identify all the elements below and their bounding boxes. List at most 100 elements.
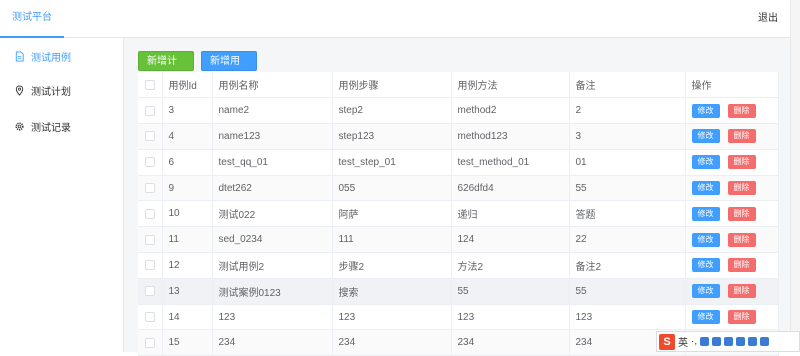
- row-select-cell: [138, 97, 163, 125]
- table-cell: 方法2: [451, 252, 570, 279]
- table-cell: 测试用例2: [212, 252, 333, 279]
- row-checkbox[interactable]: [144, 157, 155, 168]
- table-cell: method2: [451, 97, 570, 125]
- table-header-row: 用例Id 用例名称 用例步骤 用例方法 备注 操作: [138, 72, 779, 99]
- table-cell: 递归: [451, 200, 570, 228]
- table-row[interactable]: 13 测试案例0123 搜索 55 55 修改 删除: [138, 278, 779, 305]
- vertical-scrollbar[interactable]: [790, 0, 800, 352]
- delete-button[interactable]: 删除: [727, 232, 756, 247]
- main-content: 新增计划 新增用例 用例Id 用例名称 用例步骤 用例方法 备注 操作 3nam…: [124, 38, 790, 356]
- edit-button[interactable]: 修改: [691, 155, 720, 170]
- add-plan-button[interactable]: 新增计划: [138, 51, 194, 87]
- row-checkbox[interactable]: [144, 105, 155, 116]
- actions-cell: 修改删除: [685, 97, 779, 125]
- row-select-cell: [138, 149, 163, 176]
- sidebar-item-label: 测试计划: [31, 86, 71, 98]
- table-row[interactable]: 10 测试022 阿萨 递归 答题 修改 删除: [138, 200, 779, 228]
- sidebar-item-label: 测试用例: [31, 52, 71, 64]
- keyboard-icon[interactable]: [712, 337, 722, 346]
- table-cell: dtet262: [212, 175, 333, 202]
- brand-tab[interactable]: 测试平台: [0, 0, 64, 38]
- edit-button[interactable]: 修改: [691, 232, 720, 247]
- clothes-icon[interactable]: [724, 337, 734, 346]
- actions-cell: 修改删除: [685, 149, 779, 176]
- row-select-cell: [138, 123, 163, 150]
- row-checkbox[interactable]: [144, 337, 155, 348]
- table-cell: 01: [569, 149, 686, 176]
- table-cell: 4: [162, 123, 213, 150]
- add-case-button[interactable]: 新增用例: [201, 51, 257, 87]
- column-header: 用例Id: [162, 72, 213, 99]
- row-checkbox[interactable]: [144, 182, 155, 193]
- table-row[interactable]: 14 123 123 123 123 修改 删除: [138, 304, 779, 331]
- ime-mode-toggle[interactable]: 英: [678, 334, 688, 349]
- table-cell: 123: [451, 304, 570, 331]
- actions-cell: 修改删除: [685, 252, 779, 279]
- edit-button[interactable]: 修改: [691, 181, 720, 196]
- column-header: 用例名称: [212, 72, 333, 99]
- punctuation-icon[interactable]: ·,: [691, 336, 697, 347]
- ime-toolbar: S 英 ·,: [656, 331, 800, 352]
- table-row[interactable]: 4 name123 step123 method123 3 修改 删除: [138, 123, 779, 150]
- edit-button[interactable]: 修改: [691, 129, 720, 144]
- table-cell: 测试案例0123: [212, 278, 333, 305]
- table-cell: method123: [451, 123, 570, 150]
- column-header: 备注: [569, 72, 686, 99]
- sidebar-item-test-records[interactable]: 测试记录: [0, 108, 123, 144]
- row-select-cell: [138, 252, 163, 279]
- table-cell: 6: [162, 149, 213, 176]
- delete-button[interactable]: 删除: [727, 206, 756, 221]
- column-header: 用例方法: [451, 72, 570, 99]
- delete-button[interactable]: 删除: [727, 129, 756, 144]
- row-checkbox[interactable]: [144, 286, 155, 297]
- row-checkbox[interactable]: [144, 234, 155, 245]
- delete-button[interactable]: 删除: [727, 284, 756, 299]
- table-cell: test_qq_01: [212, 149, 333, 176]
- table-row[interactable]: 6 test_qq_01 test_step_01 test_method_01 01 修…: [138, 149, 779, 176]
- table-cell: 626dfd4: [451, 175, 570, 202]
- edit-button[interactable]: 修改: [691, 206, 720, 221]
- row-checkbox[interactable]: [144, 131, 155, 142]
- table-row[interactable]: 11 sed_0234 111 124 22 修改 删除: [138, 226, 779, 254]
- table-cell: 2: [569, 97, 686, 125]
- delete-button[interactable]: 删除: [727, 258, 756, 273]
- row-select-cell: [138, 175, 163, 202]
- delete-button[interactable]: 删除: [727, 103, 756, 118]
- table-cell: name123: [212, 123, 333, 150]
- table-row[interactable]: 12 测试用例2 步骤2 方法2 备注2 修改 删除: [138, 252, 779, 279]
- edit-button[interactable]: 修改: [691, 258, 720, 273]
- delete-button[interactable]: 删除: [727, 181, 756, 196]
- table-cell: 10: [162, 200, 213, 228]
- toolbox-icon[interactable]: [736, 337, 746, 346]
- gear-icon: [15, 121, 24, 131]
- document-icon: [15, 50, 24, 62]
- row-checkbox[interactable]: [144, 260, 155, 271]
- sidebar-item-test-cases[interactable]: 测试用例: [0, 38, 123, 74]
- logout-link[interactable]: 退出: [758, 0, 778, 38]
- table-cell: 搜索: [332, 278, 452, 305]
- actions-cell: 修改删除: [685, 200, 779, 228]
- edit-button[interactable]: 修改: [691, 103, 720, 118]
- microphone-icon[interactable]: [700, 337, 710, 346]
- table-cell: 22: [569, 226, 686, 254]
- edit-button[interactable]: 修改: [691, 310, 720, 325]
- table-cell: 123: [569, 304, 686, 331]
- table-row[interactable]: 9 dtet262 055 626dfd4 55 修改 删除: [138, 175, 779, 202]
- row-select-cell: [138, 226, 163, 254]
- top-navbar: 测试平台 退出: [0, 0, 790, 38]
- row-checkbox[interactable]: [144, 208, 155, 219]
- sidebar-item-test-plans[interactable]: 测试计划: [0, 72, 123, 108]
- table-row[interactable]: 3 name2 step2 method2 2 修改 删除: [138, 97, 779, 125]
- settings-icon[interactable]: [760, 337, 770, 346]
- select-all-checkbox[interactable]: [144, 79, 155, 90]
- edit-button[interactable]: 修改: [691, 284, 720, 299]
- delete-button[interactable]: 删除: [727, 310, 756, 325]
- actions-cell: 修改删除: [685, 278, 779, 305]
- actions-cell: 修改删除: [685, 226, 779, 254]
- table-cell: name2: [212, 97, 333, 125]
- delete-button[interactable]: 删除: [727, 155, 756, 170]
- row-checkbox[interactable]: [144, 311, 155, 322]
- table-cell: 步骤2: [332, 252, 452, 279]
- row-select-cell: [138, 304, 163, 331]
- apps-icon[interactable]: [748, 337, 758, 346]
